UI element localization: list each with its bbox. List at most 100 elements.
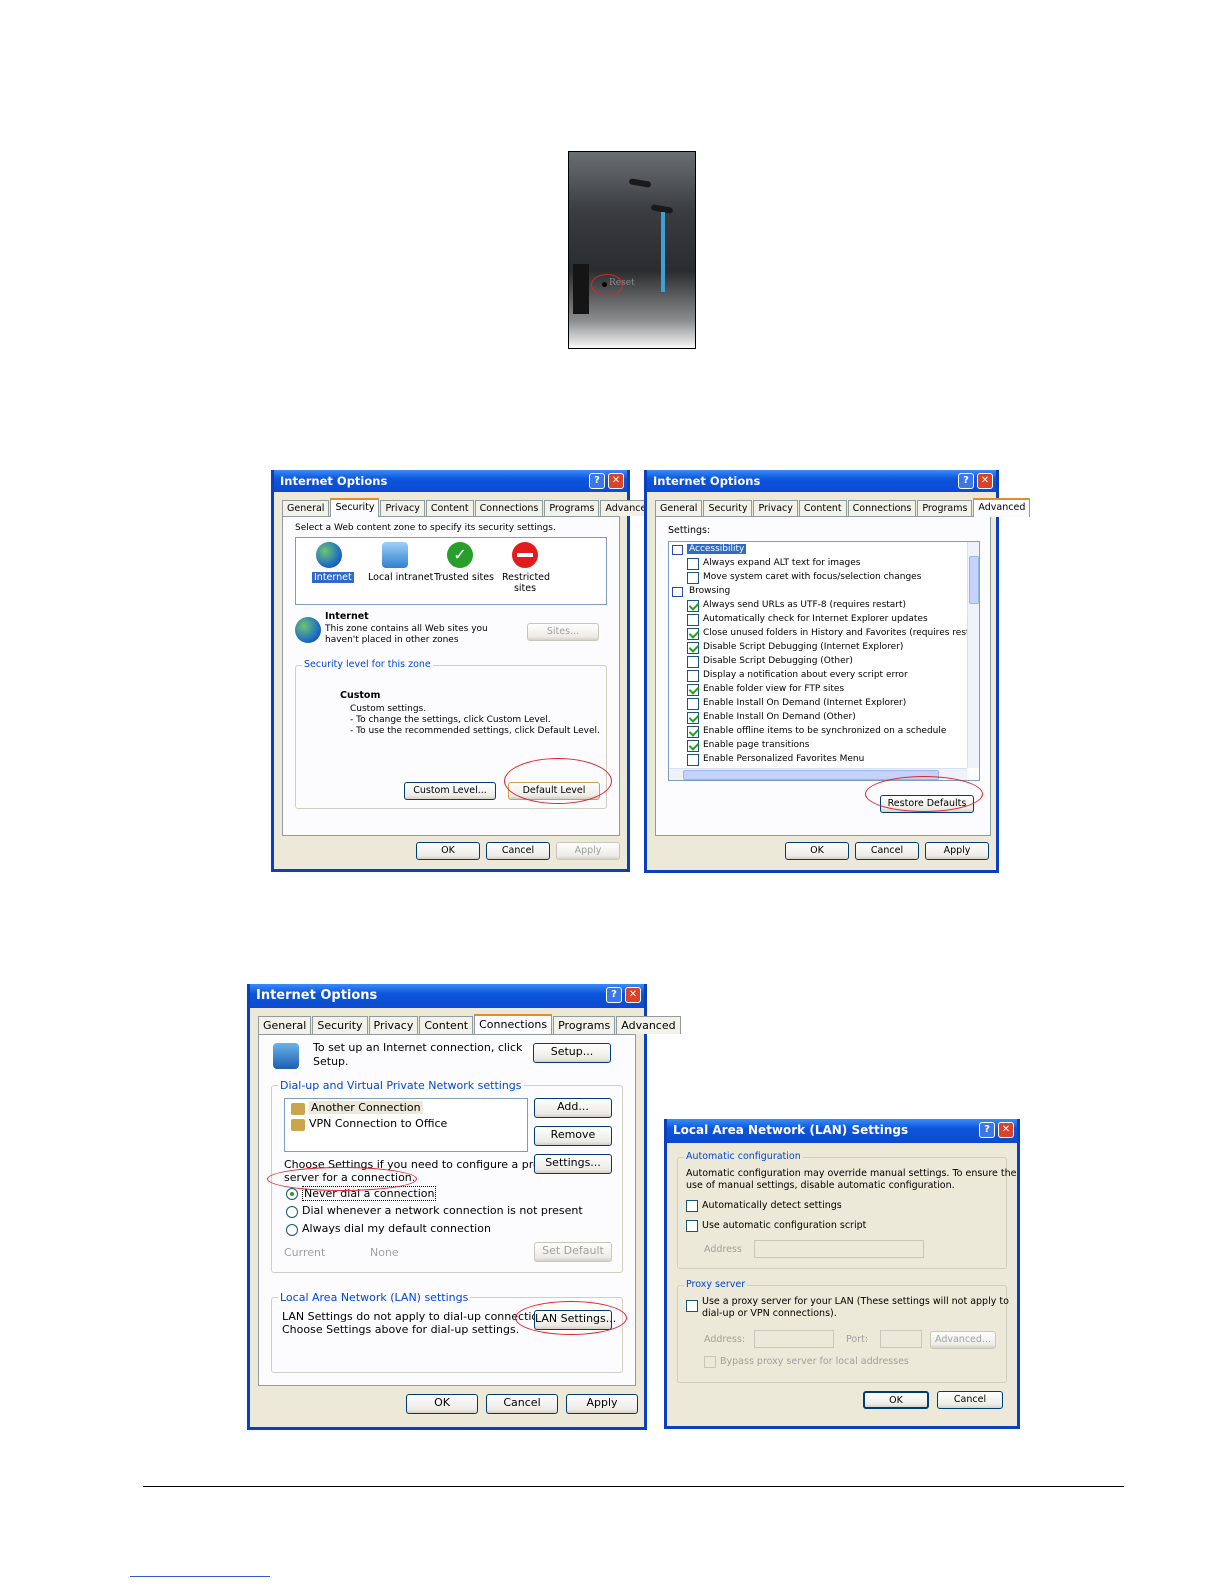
radio-label[interactable]: Dial whenever a network connection is no… <box>302 1204 583 1217</box>
tab-security[interactable]: Security <box>703 500 753 516</box>
advanced-button[interactable]: Advanced... <box>930 1331 996 1349</box>
setting-label[interactable]: Disable Script Debugging (Other) <box>703 656 853 666</box>
tab-content[interactable]: Content <box>798 500 847 516</box>
setting-checkbox[interactable] <box>687 726 699 738</box>
setting-checkbox[interactable] <box>687 572 699 584</box>
setting-label[interactable]: Move system caret with focus/selection c… <box>703 572 921 582</box>
always-dial-radio[interactable] <box>286 1224 298 1236</box>
setup-button[interactable]: Setup... <box>533 1043 611 1063</box>
setting-label[interactable]: Close unused folders in History and Favo… <box>703 628 979 638</box>
tab-connections[interactable]: Connections <box>847 500 917 516</box>
setting-label[interactable]: Automatically check for Internet Explore… <box>703 614 928 624</box>
reset-pinhole[interactable] <box>602 282 607 287</box>
dial-whenever-radio[interactable] <box>286 1206 298 1218</box>
help-icon[interactable]: ? <box>979 1122 995 1138</box>
apply-button[interactable]: Apply <box>556 842 620 860</box>
tab-general[interactable]: General <box>282 500 330 516</box>
scroll-thumb[interactable] <box>969 556 979 604</box>
custom-level-button[interactable]: Custom Level... <box>404 782 496 800</box>
settings-category[interactable]: Accessibility <box>687 544 747 554</box>
computer-icon[interactable] <box>382 542 408 568</box>
tab-privacy[interactable]: Privacy <box>368 1016 419 1034</box>
setting-checkbox[interactable] <box>687 614 699 626</box>
add-button[interactable]: Add... <box>534 1098 612 1118</box>
setting-label[interactable]: Enable folder view for FTP sites <box>703 684 844 694</box>
radio-label[interactable]: Always dial my default connection <box>302 1222 491 1235</box>
cancel-button[interactable]: Cancel <box>486 842 550 860</box>
setting-label[interactable]: Enable Install On Demand (Other) <box>703 712 856 722</box>
never-dial-radio[interactable] <box>286 1188 298 1200</box>
close-icon[interactable]: ✕ <box>977 473 993 489</box>
set-default-button[interactable]: Set Default <box>534 1242 612 1262</box>
auto-detect-checkbox[interactable] <box>686 1200 698 1212</box>
proxy-address-input[interactable] <box>754 1330 834 1348</box>
tab-security[interactable]: Security <box>330 498 380 517</box>
zone-trusted-sites[interactable]: Trusted sites <box>434 572 494 583</box>
bypass-checkbox[interactable] <box>704 1356 716 1368</box>
setting-checkbox[interactable] <box>687 628 699 640</box>
setting-checkbox[interactable] <box>687 684 699 696</box>
tab-content[interactable]: Content <box>419 1016 474 1034</box>
apply-button[interactable]: Apply <box>925 842 989 860</box>
sites-button[interactable]: Sites... <box>527 623 599 641</box>
checkmark-icon[interactable]: ✓ <box>447 542 473 568</box>
checkbox-label[interactable]: Automatically detect settings <box>702 1200 842 1211</box>
tab-general[interactable]: General <box>258 1016 312 1034</box>
close-icon[interactable]: ✕ <box>998 1122 1014 1138</box>
auto-script-checkbox[interactable] <box>686 1220 698 1232</box>
script-address-input[interactable] <box>754 1240 924 1258</box>
port-input[interactable] <box>880 1330 922 1348</box>
zone-internet[interactable]: Internet <box>312 572 354 583</box>
zone-restricted-sites[interactable]: Restricted sites <box>502 572 550 594</box>
setting-checkbox[interactable] <box>687 712 699 724</box>
tab-general[interactable]: General <box>655 500 703 516</box>
apply-button[interactable]: Apply <box>566 1394 638 1414</box>
cancel-button[interactable]: Cancel <box>486 1394 558 1414</box>
tab-privacy[interactable]: Privacy <box>380 500 425 516</box>
connection-item[interactable]: VPN Connection to Office <box>309 1117 447 1130</box>
proxy-text[interactable]: Use a proxy server for your LAN (These s… <box>702 1296 1009 1307</box>
connection-item[interactable]: Another Connection <box>309 1101 423 1114</box>
setting-label[interactable]: Enable offline items to be synchronized … <box>703 726 946 736</box>
ok-button[interactable]: OK <box>406 1394 478 1414</box>
tab-programs[interactable]: Programs <box>544 500 600 516</box>
zone-local-intranet[interactable]: Local intranet <box>368 572 433 583</box>
close-icon[interactable]: ✕ <box>608 473 624 489</box>
tab-advanced[interactable]: Advanced <box>973 498 1031 517</box>
settings-category[interactable]: Browsing <box>687 586 732 596</box>
setting-checkbox[interactable] <box>687 642 699 654</box>
tab-connections[interactable]: Connections <box>474 500 544 516</box>
tab-connections[interactable]: Connections <box>474 1014 553 1034</box>
setting-label[interactable]: Always expand ALT text for images <box>703 558 861 568</box>
help-icon[interactable]: ? <box>958 473 974 489</box>
tab-privacy[interactable]: Privacy <box>753 500 798 516</box>
ok-button[interactable]: OK <box>785 842 849 860</box>
tab-programs[interactable]: Programs <box>917 500 973 516</box>
settings-button[interactable]: Settings... <box>534 1154 612 1174</box>
setting-checkbox[interactable] <box>687 754 699 766</box>
restricted-icon[interactable] <box>512 542 538 568</box>
ok-button[interactable]: OK <box>416 842 480 860</box>
tab-content[interactable]: Content <box>425 500 474 516</box>
globe-icon[interactable] <box>316 542 342 568</box>
close-icon[interactable]: ✕ <box>625 987 641 1003</box>
tab-advanced[interactable]: Advanced <box>616 1016 681 1034</box>
setting-checkbox[interactable] <box>687 558 699 570</box>
help-icon[interactable]: ? <box>589 473 605 489</box>
ok-button[interactable]: OK <box>863 1391 929 1409</box>
setting-label[interactable]: Enable Install On Demand (Internet Explo… <box>703 698 906 708</box>
setting-label[interactable]: Always send URLs as UTF-8 (requires rest… <box>703 600 906 610</box>
cancel-button[interactable]: Cancel <box>855 842 919 860</box>
setting-checkbox[interactable] <box>687 656 699 668</box>
tab-programs[interactable]: Programs <box>553 1016 616 1034</box>
setting-checkbox[interactable] <box>687 740 699 752</box>
setting-label[interactable]: Display a notification about every scrip… <box>703 670 908 680</box>
setting-checkbox[interactable] <box>687 600 699 612</box>
setting-label[interactable]: Disable Script Debugging (Internet Explo… <box>703 642 903 652</box>
use-proxy-checkbox[interactable] <box>686 1300 698 1312</box>
setting-checkbox[interactable] <box>687 670 699 682</box>
vertical-scrollbar[interactable] <box>967 542 979 768</box>
setting-checkbox[interactable] <box>687 698 699 710</box>
tab-security[interactable]: Security <box>312 1016 368 1034</box>
checkbox-label[interactable]: Use automatic configuration script <box>702 1220 866 1231</box>
